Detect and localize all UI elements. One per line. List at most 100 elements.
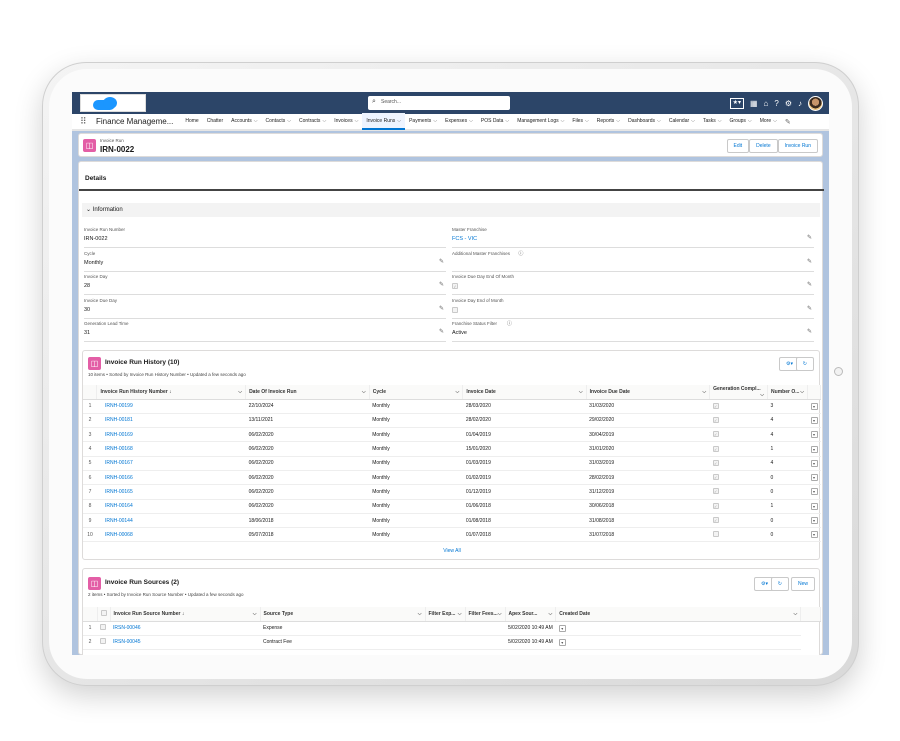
nav-item-chatter[interactable]: Chatter [203, 113, 227, 130]
chevron-down-icon[interactable]: ⌵ [456, 389, 460, 395]
chevron-down-icon[interactable]: ⌵ [760, 392, 764, 398]
chevron-down-icon[interactable]: ⌵ [585, 118, 589, 124]
nav-item-contracts[interactable]: Contracts ⌵ [295, 113, 330, 130]
org-logo[interactable] [80, 94, 146, 112]
view-all-link[interactable]: View All [83, 548, 821, 554]
chevron-down-icon[interactable]: ⌵ [254, 118, 258, 124]
trailhead-icon[interactable]: ⌂ [764, 99, 769, 108]
nav-item-expenses[interactable]: Expenses ⌵ [441, 113, 477, 130]
select-all-checkbox[interactable] [100, 609, 107, 616]
chevron-down-icon[interactable]: ⌵ [355, 118, 359, 124]
tab-details[interactable]: Details [85, 175, 106, 182]
row-select-checkbox[interactable] [100, 624, 106, 631]
pencil-icon[interactable]: ✎ [807, 328, 812, 335]
nav-item-dashboards[interactable]: Dashboards ⌵ [624, 113, 665, 130]
row-action-menu-icon[interactable]: ▾ [810, 459, 818, 467]
nav-item-payments[interactable]: Payments ⌵ [405, 113, 441, 130]
history-title[interactable]: Invoice Run History (10) [105, 359, 179, 366]
nav-item-more[interactable]: More ⌵ [756, 113, 781, 130]
nav-item-groups[interactable]: Groups ⌵ [726, 113, 756, 130]
column-header[interactable]: Date Of Invoice Run ⌵ [245, 385, 370, 400]
pencil-icon[interactable]: ✎ [439, 258, 444, 265]
nav-item-contacts[interactable]: Contacts ⌵ [262, 113, 296, 130]
row-action-menu-icon[interactable]: ▾ [810, 431, 818, 439]
global-search-input[interactable]: ⌕ Search... [368, 96, 510, 110]
pencil-icon[interactable]: ✎ [807, 305, 812, 312]
chevron-down-icon[interactable]: ⌵ [548, 611, 552, 617]
chevron-down-icon[interactable]: ⌵ [793, 611, 797, 617]
invoice-run-button[interactable]: Invoice Run [777, 139, 818, 153]
history-number-link[interactable]: IRNH-00168 [96, 441, 246, 457]
chevron-down-icon[interactable]: ⌵ [691, 118, 695, 124]
chevron-down-icon[interactable]: ⌵ [505, 118, 509, 124]
nav-item-reports[interactable]: Reports ⌵ [593, 113, 624, 130]
chevron-down-icon[interactable]: ⌵ [253, 611, 257, 617]
row-action-menu-icon[interactable]: ▾ [558, 638, 566, 646]
column-header[interactable]: Number O... ⌵ [767, 385, 808, 400]
avatar[interactable] [808, 95, 823, 111]
row-action-menu-icon[interactable]: ▾ [810, 488, 818, 496]
nav-item-invoices[interactable]: Invoices ⌵ [330, 113, 362, 130]
chevron-down-icon[interactable]: ⌵ [287, 118, 291, 124]
history-number-link[interactable]: IRNH-00199 [96, 399, 246, 414]
chevron-down-icon[interactable]: ⌵ [418, 611, 422, 617]
field-value[interactable]: FCS - VIC [452, 236, 477, 242]
history-number-link[interactable]: IRNH-00164 [96, 499, 246, 514]
information-section-header[interactable]: ⌄ Information [82, 203, 820, 217]
chevron-down-icon[interactable]: ⌵ [322, 118, 326, 124]
column-header[interactable]: Invoice Run Source Number ↓ ⌵ [110, 607, 261, 622]
gear-icon[interactable]: ⚙ [785, 99, 792, 108]
history-number-link[interactable]: IRNH-00181 [96, 413, 246, 429]
nav-item-pos-data[interactable]: POS Data ⌵ [477, 113, 513, 130]
nav-item-accounts[interactable]: Accounts ⌵ [227, 113, 261, 130]
chevron-down-icon[interactable]: ⌵ [718, 118, 722, 124]
history-number-link[interactable]: IRNH-00165 [96, 484, 246, 500]
column-header[interactable]: Apex Sour... ⌵ [505, 607, 557, 622]
row-action-menu-icon[interactable]: ▾ [810, 416, 818, 424]
column-header[interactable]: Source Type ⌵ [260, 607, 426, 622]
pencil-icon[interactable]: ✎ [439, 305, 444, 312]
pencil-icon[interactable]: ✎ [785, 118, 791, 126]
bell-icon[interactable]: ♪ [798, 99, 802, 108]
pencil-icon[interactable]: ✎ [439, 281, 444, 288]
nav-item-invoice-runs[interactable]: Invoice Runs ⌵ [362, 113, 406, 130]
chevron-down-icon[interactable]: ⌵ [800, 389, 804, 395]
history-number-link[interactable]: IRNH-00166 [96, 470, 246, 486]
chevron-down-icon[interactable]: ⌵ [397, 118, 401, 124]
chevron-down-icon[interactable]: ⌵ [433, 118, 437, 124]
row-action-menu-icon[interactable]: ▾ [810, 445, 818, 453]
chevron-down-icon[interactable]: ⌵ [579, 389, 583, 395]
pencil-icon[interactable]: ✎ [807, 234, 812, 241]
nav-item-calendar[interactable]: Calendar ⌵ [665, 113, 699, 130]
column-header[interactable]: Filter Fees... ⌵ [465, 607, 506, 622]
row-action-menu-icon[interactable]: ▾ [810, 474, 818, 482]
pencil-icon[interactable]: ✎ [807, 258, 812, 265]
history-number-link[interactable]: IRNH-00167 [96, 456, 246, 471]
pencil-icon[interactable]: ✎ [807, 281, 812, 288]
column-header[interactable]: Created Date ⌵ [555, 607, 802, 622]
pencil-icon[interactable]: ✎ [439, 328, 444, 335]
row-action-menu-icon[interactable]: ▾ [810, 502, 818, 510]
delete-button[interactable]: Delete [749, 139, 778, 153]
chevron-down-icon[interactable]: ⌵ [773, 118, 777, 124]
chevron-down-icon[interactable]: ⌵ [616, 118, 620, 124]
column-header[interactable]: Generation Compl... ⌵ [709, 385, 769, 400]
history-number-link[interactable]: IRNH-00144 [96, 513, 246, 529]
history-refresh-button[interactable]: ↻ [795, 357, 814, 371]
history-number-link[interactable]: IRNH-00068 [96, 527, 246, 543]
chevron-down-icon[interactable]: ⌵ [362, 389, 366, 395]
edit-button[interactable]: Edit [726, 139, 750, 153]
app-launcher-icon[interactable]: ⠿ [80, 117, 90, 126]
help-icon[interactable]: ? [774, 99, 778, 108]
row-action-menu-icon[interactable]: ▾ [810, 517, 818, 525]
add-icon[interactable]: ▦ [750, 99, 758, 108]
chevron-down-icon[interactable]: ⌵ [657, 118, 661, 124]
chevron-down-icon[interactable]: ⌵ [238, 389, 242, 395]
sources-title[interactable]: Invoice Run Sources (2) [105, 579, 179, 586]
column-header[interactable]: Filter Exp... ⌵ [425, 607, 466, 622]
row-action-menu-icon[interactable]: ▾ [810, 531, 818, 539]
sources-refresh-button[interactable]: ↻ [770, 577, 789, 591]
history-number-link[interactable]: IRNH-00169 [96, 427, 246, 443]
chevron-down-icon[interactable]: ⌵ [498, 611, 502, 617]
nav-item-management-logs[interactable]: Management Logs ⌵ [513, 113, 568, 130]
